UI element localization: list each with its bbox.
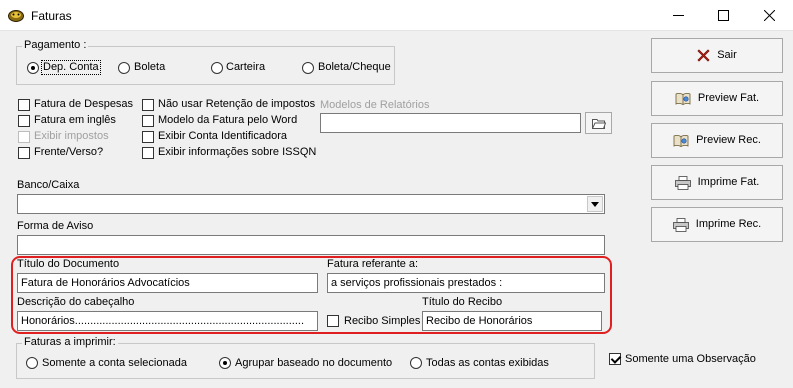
- exibir-conta-label[interactable]: Exibir Conta Identificadora: [158, 130, 287, 143]
- chevron-down-icon: [591, 201, 599, 207]
- modelos-relatorios-label: Modelos de Relatórios: [320, 99, 430, 111]
- checkbox-exibir-conta[interactable]: [142, 131, 154, 143]
- close-button[interactable]: [746, 0, 792, 31]
- checkbox-fatura-ingles[interactable]: [18, 115, 30, 127]
- window-title: Faturas: [31, 9, 72, 23]
- exibir-impostos-label[interactable]: Exibir impostos: [34, 130, 109, 143]
- sair-label: Sair: [717, 49, 737, 61]
- banco-caixa-select[interactable]: [17, 194, 605, 214]
- maximize-button[interactable]: [700, 0, 746, 31]
- imprime-rec-label: Imprime Rec.: [695, 218, 762, 230]
- sair-button[interactable]: Sair: [651, 38, 783, 73]
- imprime-fat-button[interactable]: Imprime Fat.: [651, 165, 783, 200]
- banco-caixa-dropdown-button[interactable]: [587, 196, 603, 212]
- radio-todas-contas-label[interactable]: Todas as contas exibidas: [426, 357, 549, 370]
- app-icon: [8, 10, 24, 22]
- recibo-simples-label[interactable]: Recibo Simples: [344, 315, 420, 328]
- exibir-issqn-label[interactable]: Exibir informações sobre ISSQN: [158, 146, 316, 159]
- radio-somente-conta-label[interactable]: Somente a conta selecionada: [42, 357, 187, 370]
- checkbox-fatura-despesas[interactable]: [18, 99, 30, 111]
- radio-boleta-label[interactable]: Boleta: [134, 61, 165, 74]
- pagamento-label: Pagamento :: [22, 39, 89, 52]
- browse-folder-button[interactable]: [585, 112, 612, 134]
- preview-fat-label: Preview Fat.: [697, 92, 760, 104]
- faturas-imprimir-label: Faturas a imprimir:: [22, 336, 118, 349]
- checkbox-somente-observacao[interactable]: [609, 353, 621, 365]
- radio-carteira-label[interactable]: Carteira: [226, 61, 265, 74]
- checkbox-recibo-simples[interactable]: [327, 315, 339, 327]
- checkbox-nao-usar-retencao[interactable]: [142, 99, 154, 111]
- minimize-icon: [672, 15, 684, 16]
- fatura-referente-label: Fatura referante a:: [327, 258, 419, 270]
- titulo-documento-label: Título do Documento: [17, 258, 120, 270]
- radio-agrupar-documento-label[interactable]: Agrupar baseado no documento: [235, 357, 392, 370]
- preview-book-icon: [673, 134, 689, 147]
- titulo-recibo-input[interactable]: Recibo de Honorários: [422, 311, 602, 331]
- radio-dep-conta-label[interactable]: Dep. Conta: [41, 60, 101, 75]
- nao-usar-retencao-label[interactable]: Não usar Retenção de impostos: [158, 98, 315, 111]
- banco-caixa-label: Banco/Caixa: [17, 179, 80, 191]
- folder-open-icon: [591, 118, 606, 129]
- radio-dep-conta[interactable]: [27, 62, 39, 74]
- preview-fat-button[interactable]: Preview Fat.: [651, 81, 783, 116]
- preview-rec-label: Preview Rec.: [696, 134, 761, 146]
- modelo-word-label[interactable]: Modelo da Fatura pelo Word: [158, 114, 297, 127]
- descricao-cabecalho-input[interactable]: Honorários..............................…: [17, 311, 318, 331]
- imprime-fat-label: Imprime Fat.: [697, 176, 760, 188]
- radio-boleta-cheque-label[interactable]: Boleta/Cheque: [318, 61, 391, 74]
- title-bar: Faturas: [0, 0, 793, 31]
- radio-boleta[interactable]: [118, 62, 130, 74]
- descricao-cabecalho-label: Descrição do cabeçalho: [17, 296, 135, 308]
- radio-boleta-cheque[interactable]: [302, 62, 314, 74]
- preview-book-icon: [675, 92, 691, 105]
- forma-aviso-input[interactable]: [17, 235, 605, 255]
- checkbox-exibir-issqn[interactable]: [142, 147, 154, 159]
- frente-verso-label[interactable]: Frente/Verso?: [34, 146, 103, 159]
- exit-x-icon: [697, 49, 710, 62]
- preview-rec-button[interactable]: Preview Rec.: [651, 123, 783, 158]
- radio-carteira[interactable]: [211, 62, 223, 74]
- radio-agrupar-documento[interactable]: [219, 357, 231, 369]
- somente-observacao-label[interactable]: Somente uma Observação: [625, 353, 756, 366]
- printer-icon: [672, 217, 689, 232]
- fatura-despesas-label[interactable]: Fatura de Despesas: [34, 98, 133, 111]
- radio-somente-conta[interactable]: [26, 357, 38, 369]
- forma-aviso-label: Forma de Aviso: [17, 220, 94, 232]
- minimize-button[interactable]: [655, 0, 701, 31]
- printer-icon: [674, 175, 691, 190]
- fatura-ingles-label[interactable]: Fatura em inglês: [34, 114, 116, 127]
- close-icon: [763, 10, 775, 21]
- radio-todas-contas[interactable]: [410, 357, 422, 369]
- titulo-documento-input[interactable]: Fatura de Honorários Advocatícios: [17, 273, 318, 293]
- checkbox-modelo-word[interactable]: [142, 115, 154, 127]
- fatura-referente-input[interactable]: a serviços profissionais prestados :: [327, 273, 605, 293]
- titulo-recibo-label: Título do Recibo: [422, 296, 503, 308]
- checkbox-frente-verso[interactable]: [18, 147, 30, 159]
- maximize-icon: [717, 10, 729, 21]
- checkbox-exibir-impostos[interactable]: [18, 131, 30, 143]
- modelos-relatorios-input[interactable]: [320, 113, 581, 133]
- imprime-rec-button[interactable]: Imprime Rec.: [651, 207, 783, 242]
